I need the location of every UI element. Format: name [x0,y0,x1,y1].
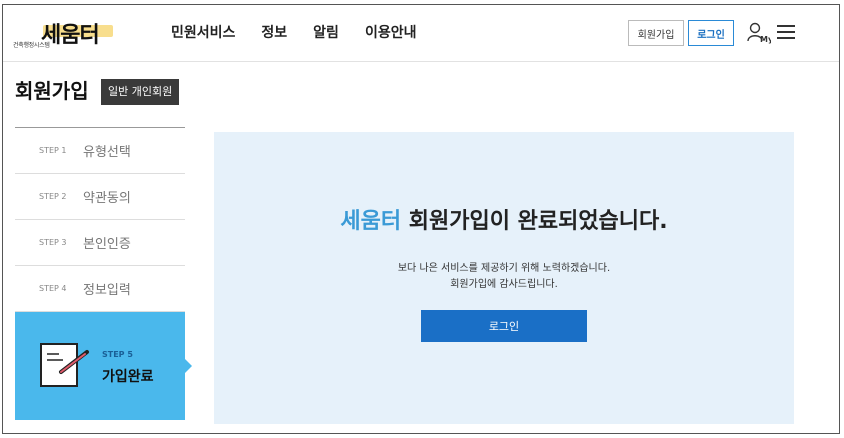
member-type-badge: 일반 개인회원 [101,79,180,105]
step-item-complete: STEP 5 가입완료 [15,312,192,420]
active-step-number: STEP 5 [102,350,133,359]
step-item-info-input: STEP 4 정보입력 [15,266,185,312]
step-number: STEP 3 [39,238,67,247]
step-label: 정보입력 [83,283,131,298]
step-item-type-select: STEP 1 유형선택 [15,128,185,174]
document-pen-icon [40,343,89,387]
page-frame: 세움터 건축행정시스템 민원서비스 정보 알림 이용안내 회원가입 로그인 My… [2,4,840,434]
logo-sub-text: 건축행정시스템 [13,42,50,49]
nav-item-civil-service[interactable]: 민원서비스 [171,22,235,42]
step-label: 약관동의 [83,191,131,206]
active-step-arrow [185,359,192,373]
description-line-2: 회원가입에 감사드립니다. [450,279,558,290]
panel-login-button[interactable]: 로그인 [421,310,587,342]
step-number: STEP 4 [39,284,67,293]
completion-title: 세움터 회원가입이 완료되었습니다. [214,203,794,235]
step-label: 유형선택 [83,145,131,160]
my-page-icon[interactable]: My [747,21,774,45]
completion-panel: 세움터 회원가입이 완료되었습니다. 보다 나은 서비스를 제공하기 위해 노력… [214,132,794,424]
step-number: STEP 2 [39,192,67,201]
completion-title-brand: 세움터 [340,209,402,234]
user-icon: My [747,22,774,44]
header-divider [3,61,839,62]
main-nav: 민원서비스 정보 알림 이용안내 [171,22,416,42]
completion-title-text: 회원가입이 완료되었습니다. [401,209,668,234]
hamburger-menu-icon[interactable] [777,25,795,41]
step-item-verification: STEP 3 본인인증 [15,220,185,266]
join-button[interactable]: 회원가입 [628,20,684,46]
completion-description: 보다 나은 서비스를 제공하기 위해 노력하겠습니다. 회원가입에 감사드립니다… [214,261,794,293]
page-title: 회원가입 [15,79,89,103]
my-label: My [760,35,771,44]
nav-item-notice[interactable]: 알림 [313,22,339,42]
active-step-label: 가입완료 [102,369,154,385]
step-item-terms: STEP 2 약관동의 [15,174,185,220]
site-logo[interactable]: 세움터 건축행정시스템 [13,17,123,53]
login-button[interactable]: 로그인 [688,20,734,46]
step-label: 본인인증 [83,237,131,252]
step-number: STEP 1 [39,146,67,155]
description-line-1: 보다 나은 서비스를 제공하기 위해 노력하겠습니다. [397,263,611,274]
nav-item-info[interactable]: 정보 [261,22,287,42]
nav-item-guide[interactable]: 이용안내 [365,22,417,42]
signup-steps: STEP 1 유형선택 STEP 2 약관동의 STEP 3 본인인증 STEP… [15,127,192,420]
